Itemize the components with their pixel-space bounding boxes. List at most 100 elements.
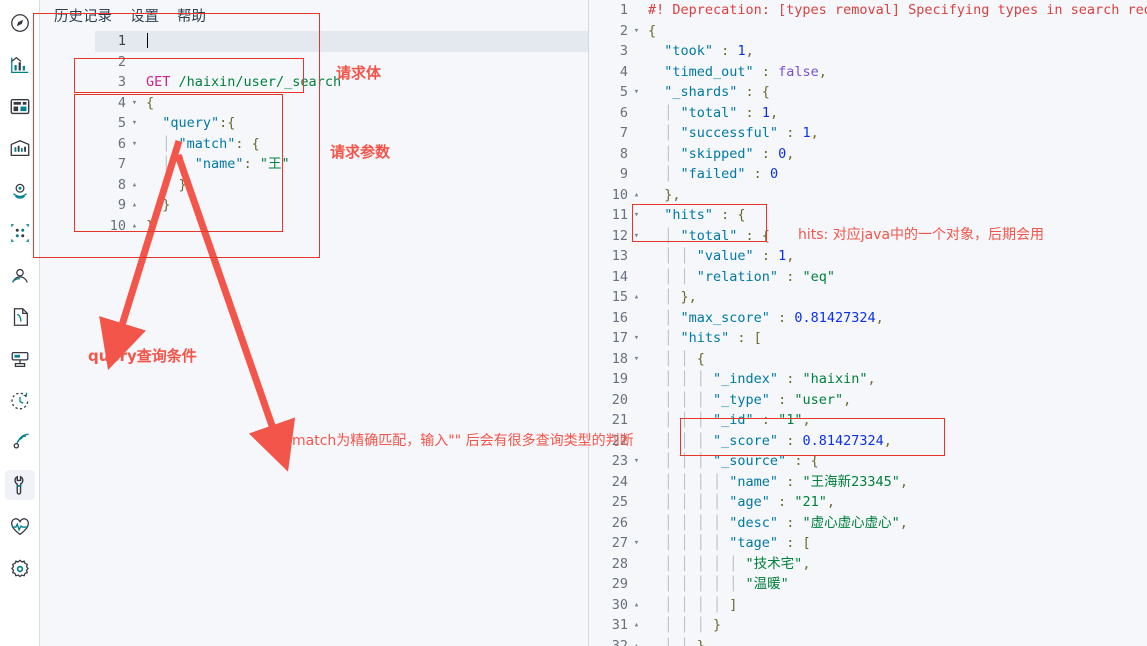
fold-toggle-icon[interactable]: ▴ [129,216,140,237]
code-line[interactable]: 3 "took" : 1, [589,41,1147,62]
code-line[interactable]: 14 │ │ "relation" : "eq" [589,267,1147,288]
code-line[interactable]: 2 ▾ { [589,21,1147,42]
code-line[interactable]: 17 ▾ │ "hits" : [ [589,328,1147,349]
code-line[interactable]: 8 ▴ │ } [95,175,588,196]
machine-learning-icon[interactable] [5,218,35,248]
code-line[interactable]: 25 │ │ │ │ "age" : "21", [589,492,1147,513]
code-text: │ │ │ │ "age" : "21", [648,494,835,510]
code-line[interactable]: 13 │ │ "value" : 1, [589,246,1147,267]
code-line[interactable]: 5 ▾ "query":{ [95,113,588,134]
fold-toggle-icon[interactable]: ▴ [631,185,642,206]
fold-toggle-icon[interactable]: ▴ [631,636,642,646]
code-line[interactable]: 32 ▴ │ │ } [589,636,1147,646]
line-number: 31 [611,617,628,633]
monitoring-icon[interactable] [5,512,35,542]
code-line[interactable]: 6 │ "total" : 1, [589,103,1147,124]
code-line[interactable]: 23 ▾ │ │ │ "_source" : { [589,451,1147,472]
code-text: │ │ "name": "王" [146,156,290,172]
code-line[interactable]: 31 ▴ │ │ │ } [589,615,1147,636]
code-text: │ │ │ "_index" : "haixin", [648,371,876,387]
code-line[interactable]: 9 ▴ } [95,195,588,216]
infrastructure-icon[interactable] [5,260,35,290]
code-text: "timed_out" : false, [664,63,827,80]
code-line[interactable]: 24 │ │ │ │ "name" : "王海新23345", [589,472,1147,493]
code-text: │ "max_score" : 0.81427324, [648,309,884,326]
code-line[interactable]: 19 │ │ │ "_index" : "haixin", [589,369,1147,390]
fold-toggle-icon[interactable]: ▾ [631,533,642,554]
code-line[interactable]: 16 │ "max_score" : 0.81427324, [589,308,1147,329]
code-line[interactable]: 8 │ "skipped" : 0, [589,144,1147,165]
line-number: 17 [611,330,628,346]
management-icon[interactable] [5,554,35,584]
code-text: │ │ │ "_type" : "user", [648,391,852,408]
code-line[interactable]: 30 ▴ │ │ │ │ ] [589,595,1147,616]
code-line[interactable]: 20 │ │ │ "_type" : "user", [589,390,1147,411]
fold-toggle-icon[interactable]: ▴ [631,615,642,636]
fold-toggle-icon[interactable]: ▾ [631,226,642,247]
code-line[interactable]: 12 ▾ │ "total" : { [589,226,1147,247]
fold-toggle-icon[interactable]: ▴ [129,175,140,196]
code-line[interactable]: 6 ▾ │ "match": { [95,134,588,155]
menu-item-history[interactable]: 历史记录 [54,5,112,26]
fold-toggle-icon[interactable]: ▾ [631,21,642,42]
code-text: "_shards" : { [664,84,770,100]
code-text: │ "failed" : 0 [648,166,779,182]
visualize-icon[interactable] [5,50,35,80]
code-text: "hits" : { [664,207,746,223]
code-line[interactable]: 1 #! Deprecation: [types removal] Specify… [589,0,1147,21]
fold-toggle-icon[interactable]: ▴ [631,595,642,616]
code-line[interactable]: 3 GET /haixin/user/_search [95,72,588,93]
code-line[interactable]: 29 │ │ │ │ │ "温暖" [589,574,1147,595]
code-line[interactable]: 26 │ │ │ │ "desc" : "虚心虚心虚心", [589,513,1147,534]
code-line[interactable]: 7 │ "successful" : 1, [589,123,1147,144]
fold-toggle-icon[interactable]: ▾ [631,451,642,472]
menu-item-settings[interactable]: 设置 [130,5,159,26]
line-number: 28 [611,555,628,572]
code-text: │ "successful" : 1, [648,125,819,141]
code-line[interactable]: 5 ▾ "_shards" : { [589,82,1147,103]
code-line[interactable]: 28 │ │ │ │ │ "技术宅", [589,554,1147,575]
code-line[interactable]: 11 ▾ "hits" : { [589,205,1147,226]
fold-toggle-icon[interactable]: ▾ [631,82,642,103]
code-line[interactable]: 18 ▾ │ │ { [589,349,1147,370]
dashboard-icon[interactable] [5,92,35,122]
code-line[interactable]: 7 │ │ "name": "王" [95,154,588,175]
line-number: 11 [611,207,628,223]
request-code-editor[interactable]: 1 2 3 GET /haixin/user/_search 4 ▾{5 ▾ "query"… [95,31,588,646]
code-line[interactable]: 4 "timed_out" : false, [589,62,1147,83]
uptime-icon[interactable] [5,386,35,416]
code-line[interactable]: 9 │ "failed" : 0 [589,164,1147,185]
code-line[interactable]: 21 │ │ │ "_id" : "1", [589,410,1147,431]
fold-toggle-icon[interactable]: ▾ [631,205,642,226]
code-line[interactable]: 15 ▴ │ }, [589,287,1147,308]
code-line[interactable]: 1 [95,31,588,52]
fold-toggle-icon[interactable]: ▾ [129,93,140,114]
code-line[interactable]: 22 │ │ │ "_score" : 0.81427324, [589,431,1147,452]
fold-toggle-icon[interactable]: ▾ [631,328,642,349]
fold-toggle-icon[interactable]: ▾ [129,113,140,134]
fold-toggle-icon[interactable]: ▴ [129,195,140,216]
canvas-icon[interactable] [5,134,35,164]
apm-icon[interactable] [5,344,35,374]
discover-icon[interactable] [5,8,35,38]
response-code-viewer[interactable]: 1 #! Deprecation: [types removal] Specify… [589,0,1147,646]
code-line[interactable]: 2 [95,52,588,73]
code-line[interactable]: 10 ▴ }, [589,185,1147,206]
response-pane: 1 #! Deprecation: [types removal] Specify… [588,0,1147,646]
fold-toggle-icon[interactable]: ▴ [631,287,642,308]
siem-icon[interactable] [5,428,35,458]
dev-tools-icon[interactable] [4,470,35,500]
menu-item-help[interactable]: 帮助 [177,5,206,26]
fold-toggle-icon[interactable]: ▾ [631,349,642,370]
logs-icon[interactable] [5,302,35,332]
code-line[interactable]: 10 ▴} [95,216,588,237]
fold-toggle-icon[interactable]: ▾ [129,134,140,155]
code-text: │ } [146,176,187,193]
line-number: 7 [619,125,628,141]
line-number: 8 [619,145,628,162]
maps-icon[interactable] [5,176,35,206]
code-line[interactable]: 27 ▾ │ │ │ │ "tage" : [ [589,533,1147,554]
code-text: "took" : 1, [664,43,754,59]
code-text: │ │ │ "_id" : "1", [648,412,811,428]
code-line[interactable]: 4 ▾ { [95,93,588,114]
